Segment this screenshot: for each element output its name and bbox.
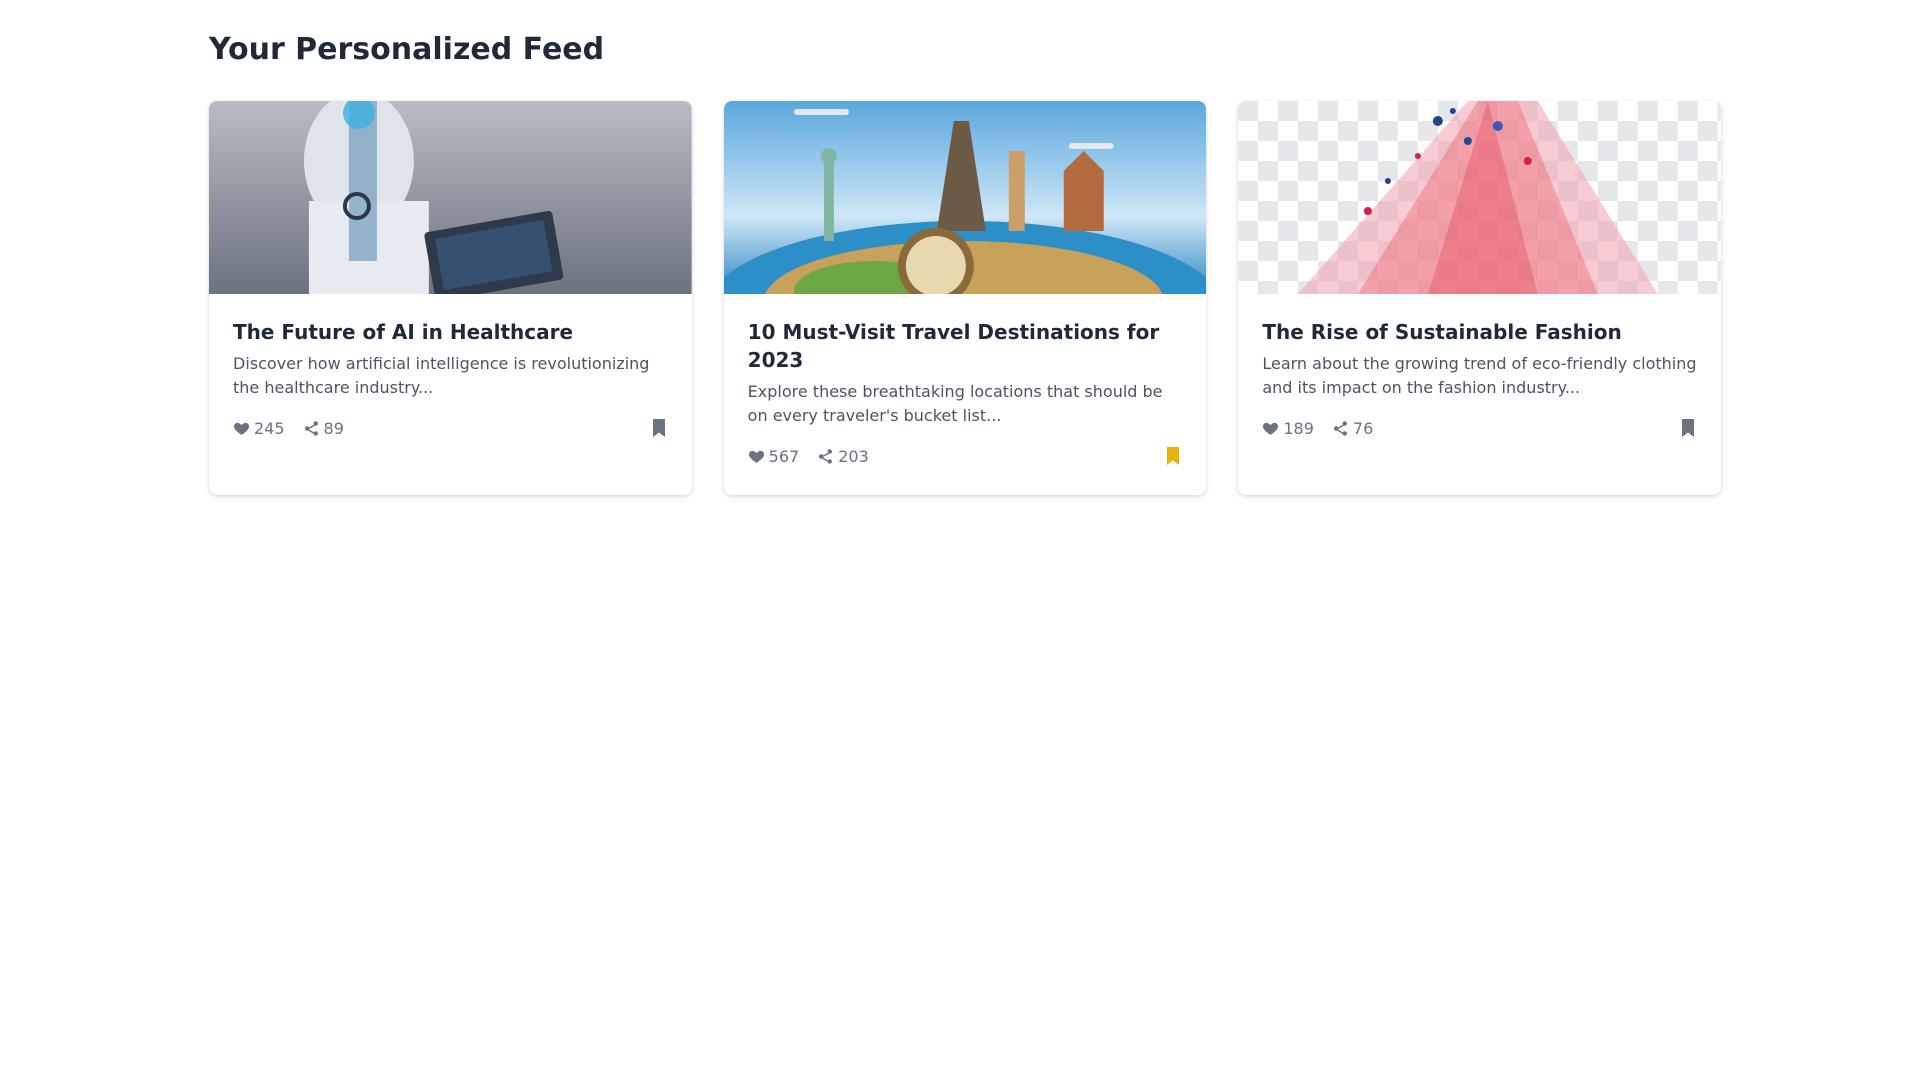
card-title[interactable]: The Future of AI in Healthcare [233,318,668,346]
card-stats: 567 203 [748,444,1183,468]
page-title: Your Personalized Feed [209,32,605,67]
article-card[interactable]: The Future of AI in Healthcare Discover … [209,101,692,495]
share-button[interactable]: 203 [817,447,869,466]
share-count: 89 [323,418,344,438]
share-button[interactable]: 89 [303,419,344,438]
card-stats: 245 89 [233,416,668,440]
bookmark-button[interactable] [1164,447,1182,465]
like-button[interactable]: 567 [748,446,800,466]
card-description: Discover how artificial intelligence is … [233,354,650,397]
bookmark-button[interactable] [1679,419,1697,437]
card-stats: 189 76 [1262,416,1697,440]
card-title[interactable]: The Rise of Sustainable Fashion [1262,318,1697,346]
like-count: 245 [254,418,285,438]
like-count: 567 [768,446,800,466]
like-button[interactable]: 245 [233,419,285,438]
card-description: Explore these breathtaking locations tha… [747,382,1163,425]
share-count: 76 [1352,418,1374,438]
article-card[interactable]: 10 Must-Visit Travel Destinations for 20… [723,101,1207,495]
bookmark-icon [1167,447,1180,465]
share-count: 203 [838,446,869,466]
card-grid: The Future of AI in Healthcare Discover … [209,101,1722,495]
heart-icon [233,422,250,435]
fabric-splash-image[interactable] [1238,101,1722,294]
heart-icon [1263,422,1279,435]
world-landmarks-image[interactable] [723,101,1207,294]
like-count: 189 [1283,418,1314,438]
share-icon [1333,420,1347,436]
article-card[interactable]: The Rise of Sustainable Fashion Learn ab… [1238,101,1722,495]
share-icon [819,448,833,464]
bookmark-icon [652,419,665,437]
ai-doctor-image[interactable] [209,101,692,294]
bookmark-icon [1682,419,1695,437]
heart-icon [748,450,764,463]
share-button[interactable]: 76 [1332,419,1373,438]
bookmark-button[interactable] [650,419,668,437]
like-button[interactable]: 189 [1262,419,1314,438]
card-description: Learn about the growing trend of eco-fri… [1262,354,1697,397]
card-title[interactable]: 10 Must-Visit Travel Destinations for 20… [748,318,1183,374]
share-icon [304,420,318,436]
